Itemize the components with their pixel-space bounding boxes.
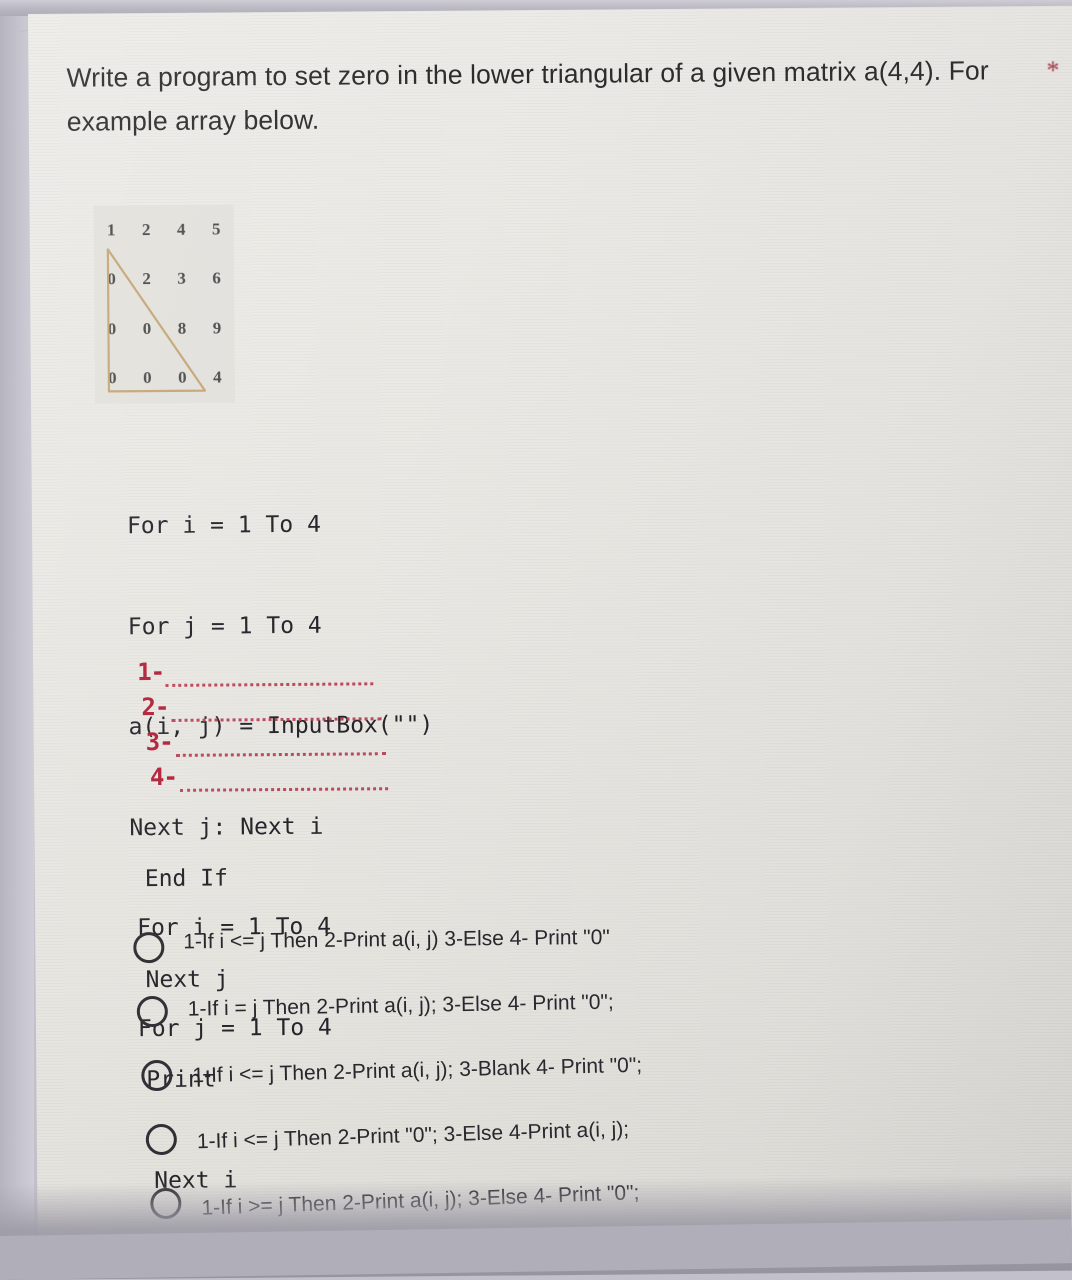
radio-button-icon[interactable] [136, 995, 168, 1028]
blank-number: 3- [145, 727, 173, 757]
question-page: * Write a program to set zero in the low… [28, 6, 1072, 1236]
answer-option-label: 1-If i <= j Then 2-Print a(i, j) 3-Else … [183, 925, 610, 954]
blank-dotted-rule [180, 777, 389, 792]
required-asterisk-icon: * [1046, 55, 1060, 86]
blank-dotted-rule [171, 707, 382, 722]
matrix-cell: 0 [143, 368, 152, 388]
matrix-cell: 0 [107, 269, 116, 289]
answer-option-label: 1-If i <= j Then 2-Print a(i, j); 3-Blan… [192, 1053, 643, 1088]
radio-button-icon[interactable] [141, 1059, 173, 1092]
matrix-example-figure: 1 2 4 5 0 2 3 6 0 0 8 9 0 0 0 4 [93, 204, 236, 404]
screenshot-photo: * Write a program to set zero in the low… [0, 0, 1072, 1280]
answer-option-2[interactable]: 1-If i = j Then 2-Print a(i, j); 3-Else … [36, 975, 1072, 1047]
radio-button-icon[interactable] [150, 1187, 182, 1220]
answer-option-1[interactable]: 1-If i <= j Then 2-Print a(i, j) 3-Else … [35, 911, 1072, 983]
blank-number: 1- [137, 657, 165, 687]
matrix-cell: 9 [212, 318, 222, 338]
answer-option-label: 1-If i >= j Then 2-Print a(i, j); 3-Else… [201, 1181, 640, 1220]
matrix-cell: 0 [142, 318, 152, 338]
radio-button-icon[interactable] [145, 1123, 177, 1156]
matrix-cell: 1 [106, 220, 116, 240]
matrix-cell: 6 [212, 268, 221, 288]
matrix-cell: 2 [142, 269, 151, 289]
matrix-cell: 8 [177, 318, 187, 338]
radio-button-icon[interactable] [133, 931, 165, 964]
blank-number: 2- [141, 692, 169, 722]
matrix-cell: 5 [211, 219, 221, 239]
answer-options-list: 1-If i <= j Then 2-Print a(i, j) 3-Else … [35, 911, 1072, 1239]
matrix-cell: 3 [177, 269, 186, 289]
answer-option-3[interactable]: 1-If i <= j Then 2-Print a(i, j); 3-Blan… [36, 1039, 1072, 1111]
answer-option-4[interactable]: 1-If i <= j Then 2-Print "0"; 3-Else 4-P… [37, 1103, 1072, 1175]
blank-dotted-rule [165, 672, 374, 687]
matrix-cell: 2 [141, 219, 151, 239]
blank-dotted-rule [175, 742, 386, 757]
blank-lines-group: 1- 2- 3- 4- [33, 651, 1072, 799]
code-line: End If [144, 865, 228, 893]
code-line: For j = 1 To 4 [127, 612, 322, 640]
matrix-cell: 0 [108, 368, 117, 388]
answer-option-label: 1-If i <= j Then 2-Print "0"; 3-Else 4-P… [196, 1117, 630, 1154]
matrix-values-grid: 1 2 4 5 0 2 3 6 0 0 8 9 0 0 0 4 [94, 204, 236, 403]
matrix-cell: 0 [107, 319, 117, 339]
blank-number: 4- [149, 762, 178, 792]
matrix-cell: 4 [213, 367, 222, 387]
code-line: For i = 1 To 4 [126, 511, 321, 540]
matrix-cell: 4 [176, 219, 186, 239]
question-prompt: Write a program to set zero in the lower… [66, 55, 989, 137]
matrix-cell: 0 [178, 368, 187, 388]
answer-option-5[interactable]: 1-If i >= j Then 2-Print a(i, j); 3-Else… [37, 1167, 1072, 1239]
answer-option-label: 1-If i = j Then 2-Print a(i, j); 3-Else … [187, 990, 614, 1021]
